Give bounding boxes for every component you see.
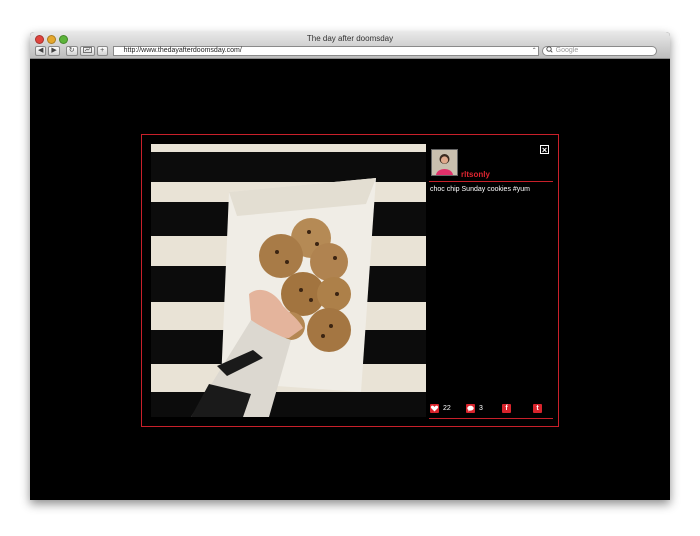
post-details-panel: × rltsonly choc chip Sunday cookies #yum… xyxy=(429,144,553,419)
search-icon xyxy=(546,45,554,56)
close-icon[interactable]: × xyxy=(540,145,549,155)
url-text: http://www.thedayafterdoomsday.com/ xyxy=(123,46,242,54)
window-title: The day after doomsday xyxy=(306,34,394,43)
header-divider xyxy=(429,181,553,182)
rss-button[interactable] xyxy=(79,45,95,56)
twitter-share-icon[interactable]: t xyxy=(533,404,542,413)
search-field[interactable]: Google xyxy=(541,45,657,56)
post-actions: 22 3 f t xyxy=(430,404,552,416)
post-photo[interactable] xyxy=(151,144,426,417)
url-dropdown-icon[interactable]: ⌃ xyxy=(532,47,537,55)
comment-bubble-icon[interactable] xyxy=(466,404,475,413)
search-placeholder: Google xyxy=(555,46,579,54)
cookies-photo-image xyxy=(151,144,426,417)
browser-toolbar: ◀ ▶ ↻ + http://www.thedayafterdoomsday.c… xyxy=(35,45,666,56)
post-caption: choc chip Sunday cookies #yum xyxy=(430,186,530,193)
address-bar[interactable]: http://www.thedayafterdoomsday.com/ ⌃ xyxy=(112,45,539,56)
footer-divider xyxy=(429,418,553,419)
post-lightbox: × rltsonly choc chip Sunday cookies #yum… xyxy=(141,134,559,427)
avatar-image xyxy=(432,150,457,175)
title-bar: The day after doomsday ◀ ▶ ↻ + http://ww… xyxy=(30,32,670,59)
back-button[interactable]: ◀ xyxy=(35,45,47,56)
forward-button[interactable]: ▶ xyxy=(48,45,60,56)
avatar[interactable] xyxy=(431,149,458,176)
like-heart-icon[interactable] xyxy=(430,404,439,413)
browser-window: The day after doomsday ◀ ▶ ↻ + http://ww… xyxy=(30,32,670,500)
reload-button[interactable]: ↻ xyxy=(65,45,78,56)
likes-count: 22 xyxy=(443,405,451,412)
feed-icon xyxy=(82,46,92,53)
facebook-share-icon[interactable]: f xyxy=(502,404,511,413)
comments-count: 3 xyxy=(479,405,483,412)
username-link[interactable]: rltsonly xyxy=(461,170,490,179)
add-bookmark-button[interactable]: + xyxy=(96,45,108,56)
